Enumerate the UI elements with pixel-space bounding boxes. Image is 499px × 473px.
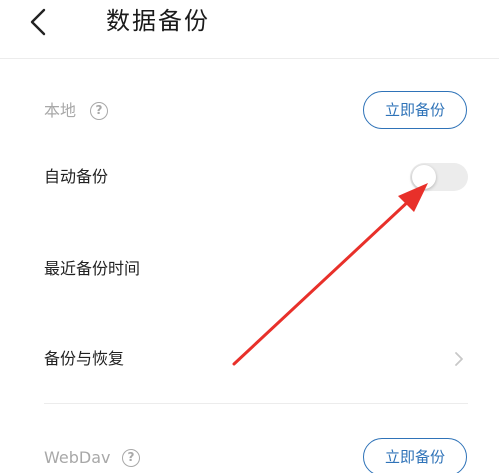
webdav-backup-now-button[interactable]: 立即备份 (363, 438, 467, 473)
local-backup-now-button[interactable]: 立即备份 (363, 91, 467, 129)
header-bar: 数据备份 (0, 0, 499, 59)
question-circle-icon[interactable]: ? (122, 449, 140, 467)
divider (44, 403, 468, 404)
toggle-knob (412, 165, 436, 189)
question-circle-icon[interactable]: ? (90, 102, 108, 120)
auto-backup-label: 自动备份 (44, 167, 109, 186)
chevron-right-icon (452, 350, 466, 368)
auto-backup-toggle[interactable] (410, 163, 468, 191)
page-title: 数据备份 (106, 7, 210, 35)
local-section-label: 本地 (44, 101, 77, 120)
webdav-section-label: WebDav (44, 448, 111, 467)
last-backup-time-label: 最近备份时间 (44, 259, 141, 278)
backup-restore-label: 备份与恢复 (44, 349, 125, 368)
data-backup-screen: 数据备份 本地 ? 立即备份 自动备份 最近备份时间 备份与恢复 WebDav … (0, 0, 499, 473)
back-button[interactable] (22, 2, 58, 42)
chevron-left-icon (22, 2, 58, 42)
